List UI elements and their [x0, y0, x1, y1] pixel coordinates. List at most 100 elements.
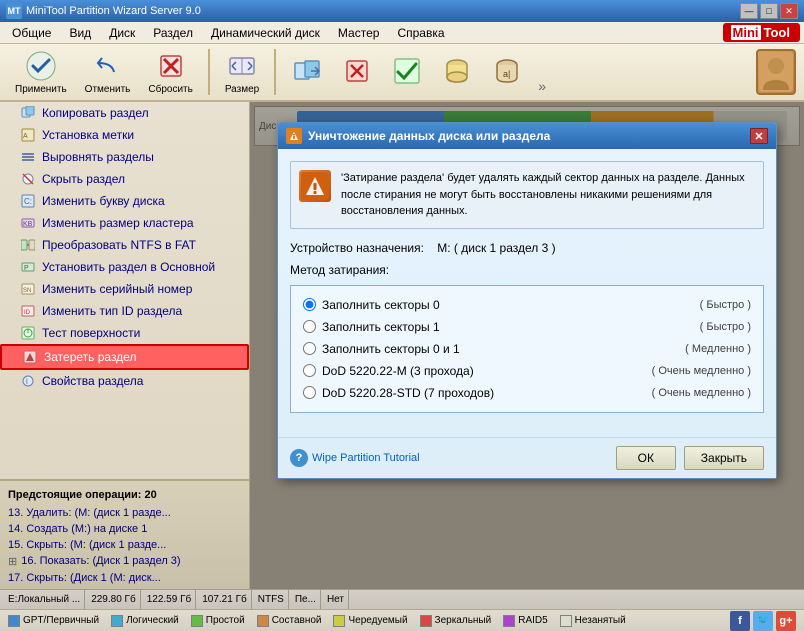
- sidebar-item-surface-test[interactable]: Тест поверхности: [0, 322, 249, 344]
- sidebar-item-hide[interactable]: Скрыть раздел: [0, 168, 249, 190]
- twitter-icon[interactable]: 🐦: [753, 611, 773, 631]
- set-label-icon: A: [20, 127, 36, 143]
- pending-item-13[interactable]: 13. Удалить: (М: (диск 1 раздe...: [0, 505, 249, 521]
- sidebar-item-change-serial[interactable]: SN Изменить серийный номер: [0, 278, 249, 300]
- sidebar-item-change-cluster[interactable]: KB Изменить размер кластера: [0, 212, 249, 234]
- menu-dynamic-disk[interactable]: Динамический диск: [203, 24, 328, 42]
- status-total-label: 229.80 Гб: [91, 594, 136, 605]
- dialog-overlay: Уничтожение данных диска или раздела ✕ '…: [250, 102, 804, 589]
- toolbar-copy[interactable]: [284, 50, 330, 94]
- size-button[interactable]: Размер: [218, 45, 266, 100]
- menu-wizard[interactable]: Мастер: [330, 24, 388, 42]
- sidebar-item-copy-partition[interactable]: Копировать раздел: [0, 102, 249, 124]
- maximize-button[interactable]: □: [760, 3, 778, 19]
- menu-help[interactable]: Справка: [389, 24, 452, 42]
- sidebar-item-change-type[interactable]: ID Изменить тип ID раздела: [0, 300, 249, 322]
- option-speed-2: ( Медленно ): [685, 343, 751, 355]
- menu-general[interactable]: Общие: [4, 24, 59, 42]
- help-link[interactable]: ? Wipe Partition Tutorial: [290, 449, 420, 467]
- status-fs: NTFS: [254, 590, 289, 609]
- sidebar-scroll[interactable]: Копировать раздел A Установка метки Выро…: [0, 102, 249, 479]
- legend-unallocated: Незанятый: [560, 615, 626, 627]
- radio-option-2[interactable]: Заполнить секторы 0 и 1 ( Медленно ): [303, 338, 751, 360]
- sidebar-item-set-primary[interactable]: P Установить раздел в Основной: [0, 256, 249, 278]
- svg-text:C:: C:: [24, 197, 32, 206]
- sidebar-changeserial-label: Изменить серийный номер: [42, 282, 192, 296]
- radio-option-1[interactable]: Заполнить секторы 1 ( Быстро ): [303, 316, 751, 338]
- sidebar-changeletter-label: Изменить букву диска: [42, 194, 165, 208]
- radio-option-4[interactable]: DoD 5220.28-STD (7 проходов) ( Очень мед…: [303, 382, 751, 404]
- sidebar-hide-label: Скрыть раздел: [42, 172, 125, 186]
- reset-button[interactable]: Сбросить: [141, 45, 199, 100]
- radio-label-0[interactable]: Заполнить секторы 0: [303, 298, 700, 312]
- minimize-button[interactable]: —: [740, 3, 758, 19]
- apply-button[interactable]: Применить: [8, 45, 74, 100]
- expand-icon: ⊞: [8, 555, 17, 568]
- dialog-footer: ? Wipe Partition Tutorial ОК Закрыть: [278, 437, 776, 478]
- pending-scroll[interactable]: 13. Удалить: (М: (диск 1 раздe... 14. Со…: [0, 505, 249, 585]
- radio-label-2[interactable]: Заполнить секторы 0 и 1: [303, 342, 685, 356]
- apply-icon: [25, 50, 57, 82]
- legend-spanned-label: Составной: [272, 615, 322, 626]
- radio-label-4[interactable]: DoD 5220.28-STD (7 проходов): [303, 386, 652, 400]
- toolbar-db2[interactable]: a|: [484, 50, 530, 94]
- wipe-dialog: Уничтожение данных диска или раздела ✕ '…: [277, 122, 777, 479]
- legend-simple-box: [191, 615, 203, 627]
- toolbar-db[interactable]: [434, 50, 480, 94]
- pending-item-14[interactable]: 14. Создать (М:) на диске 1: [0, 521, 249, 537]
- convert-ntfs-icon: [20, 237, 36, 253]
- google-icon[interactable]: g+: [776, 611, 796, 631]
- target-label: Устройство назначения:: [290, 241, 424, 255]
- pending-item-15[interactable]: 15. Скрыть: (М: (диск 1 разде...: [0, 537, 249, 553]
- close-window-button[interactable]: ✕: [780, 3, 798, 19]
- option-speed-0: ( Быстро ): [700, 299, 751, 311]
- dialog-close-button[interactable]: ✕: [750, 128, 768, 144]
- status-type-label: Пе...: [295, 594, 316, 605]
- menu-partition[interactable]: Раздел: [145, 24, 201, 42]
- toolbar-check[interactable]: [384, 50, 430, 94]
- sidebar-item-change-letter[interactable]: C: Изменить букву диска: [0, 190, 249, 212]
- radio-input-3[interactable]: [303, 364, 316, 377]
- main-layout: Копировать раздел A Установка метки Выро…: [0, 102, 804, 589]
- svg-text:i: i: [26, 377, 28, 386]
- set-primary-icon: P: [20, 259, 36, 275]
- radio-input-2[interactable]: [303, 342, 316, 355]
- close-button[interactable]: Закрыть: [684, 446, 764, 470]
- align-icon: [20, 149, 36, 165]
- undo-icon: [92, 50, 124, 82]
- sidebar-item-wipe-partition[interactable]: Затереть раздел: [0, 344, 249, 370]
- size-icon: [226, 50, 258, 82]
- sidebar-item-convert-ntfs[interactable]: Преобразовать NTFS в FAT: [0, 234, 249, 256]
- menu-disk[interactable]: Диск: [101, 24, 143, 42]
- app-icon: MT: [6, 3, 22, 19]
- radio-input-4[interactable]: [303, 386, 316, 399]
- ok-button[interactable]: ОК: [616, 446, 676, 470]
- sidebar-item-set-label[interactable]: A Установка метки: [0, 124, 249, 146]
- legend-logical-box: [111, 615, 123, 627]
- menu-view[interactable]: Вид: [61, 24, 99, 42]
- svg-text:A: A: [23, 133, 28, 140]
- sidebar-item-properties[interactable]: i Свойства раздела: [0, 370, 249, 392]
- radio-label-1[interactable]: Заполнить секторы 1: [303, 320, 700, 334]
- more-tools-button[interactable]: »: [534, 76, 550, 96]
- svg-text:P: P: [24, 265, 29, 272]
- help-icon: ?: [290, 449, 308, 467]
- svg-text:KB: KB: [23, 221, 33, 228]
- reset-icon: [155, 50, 187, 82]
- toolbar-delete[interactable]: [334, 50, 380, 94]
- pending-item-16[interactable]: ⊞ 16. Показать: (Диск 1 раздел 3): [0, 553, 249, 570]
- option-text-3: DoD 5220.22-М (3 прохода): [322, 364, 562, 378]
- radio-option-3[interactable]: DoD 5220.22-М (3 прохода) ( Очень медлен…: [303, 360, 751, 382]
- status-bar: Е:Локальный ... 229.80 Гб 122.59 Гб 107.…: [0, 589, 804, 609]
- radio-input-0[interactable]: [303, 298, 316, 311]
- radio-label-3[interactable]: DoD 5220.22-М (3 прохода): [303, 364, 652, 378]
- radio-option-0[interactable]: Заполнить секторы 0 ( Быстро ): [303, 294, 751, 316]
- toolbar-sep2: [274, 49, 276, 95]
- legend-gpt-box: [8, 615, 20, 627]
- sidebar-item-align[interactable]: Выровнять разделы: [0, 146, 249, 168]
- dialog-options: Заполнить секторы 0 ( Быстро ) Заполнить…: [290, 285, 764, 413]
- undo-button[interactable]: Отменить: [78, 45, 138, 100]
- facebook-icon[interactable]: f: [730, 611, 750, 631]
- pending-item-17[interactable]: 17. Скрыть: (Диск 1 (М: диск...: [0, 570, 249, 585]
- radio-input-1[interactable]: [303, 320, 316, 333]
